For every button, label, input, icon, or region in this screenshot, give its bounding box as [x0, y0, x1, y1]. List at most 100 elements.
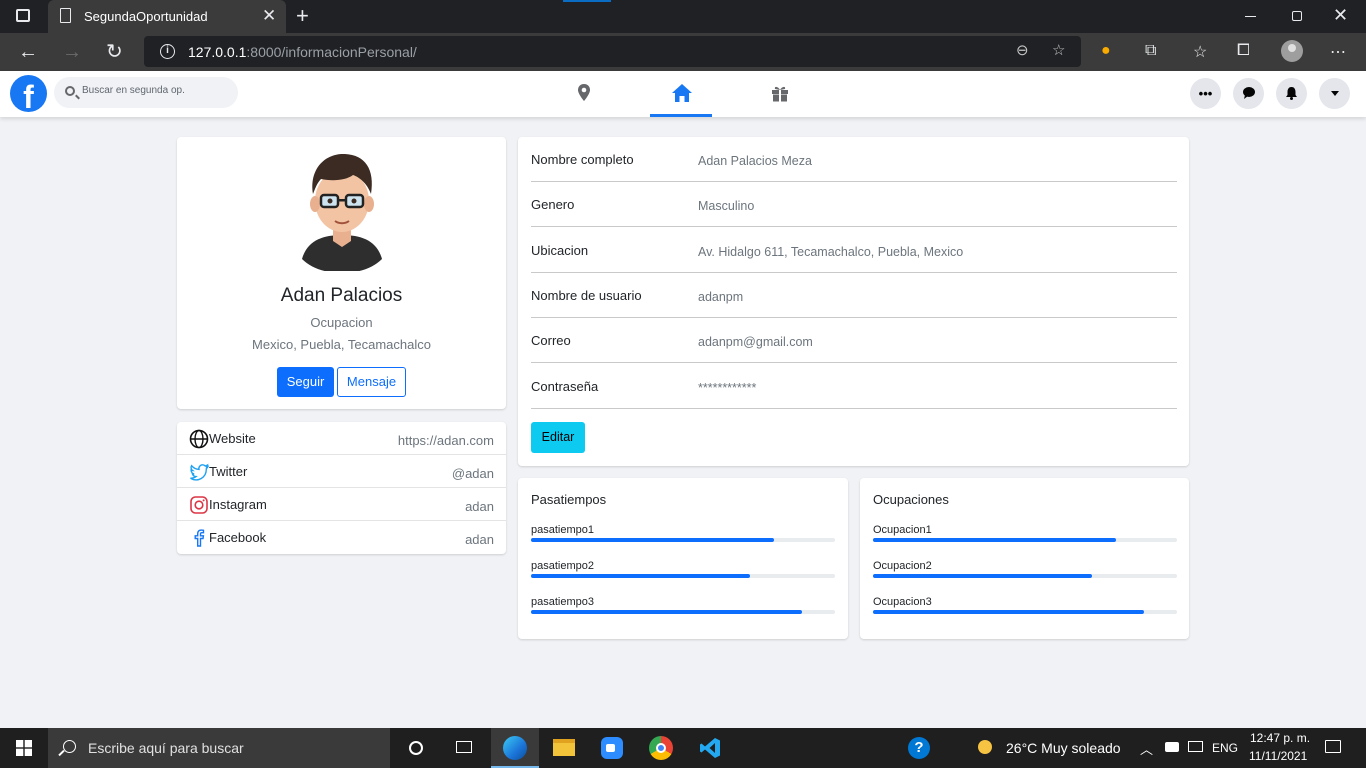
- clock-time[interactable]: 12:47 p. m.: [1250, 731, 1310, 745]
- edit-button[interactable]: Editar: [531, 422, 585, 453]
- hobby-label: pasatiempo1: [531, 524, 594, 536]
- file-explorer-icon[interactable]: [540, 728, 588, 768]
- zoom-icon[interactable]: ⊖: [1016, 41, 1029, 59]
- language-indicator[interactable]: ENG: [1212, 741, 1238, 755]
- edge-taskbar-icon[interactable]: [491, 728, 539, 768]
- progress-fill: [531, 538, 775, 542]
- site-navbar: f •••: [0, 71, 1366, 117]
- task-view-icon[interactable]: [440, 728, 488, 768]
- instagram-icon: [190, 496, 208, 514]
- notifications-icon[interactable]: [1325, 740, 1341, 753]
- occupations-title: Ocupaciones: [873, 492, 949, 507]
- tab-accent: [563, 0, 611, 2]
- cortana-icon[interactable]: [392, 728, 440, 768]
- page-icon: [60, 8, 71, 23]
- info-row-gender: Genero Masculino: [531, 182, 1177, 227]
- network-icon[interactable]: [1188, 741, 1203, 752]
- social-row-instagram[interactable]: Instagram adan: [177, 488, 506, 521]
- social-name: Twitter: [209, 464, 248, 479]
- info-row-location: Ubicacion Av. Hidalgo 611, Tecamachalco,…: [531, 228, 1177, 273]
- chevron-up-icon[interactable]: ︿: [1140, 739, 1153, 758]
- follow-button[interactable]: Seguir: [277, 367, 334, 397]
- occupation-progress: [873, 574, 1177, 578]
- clock-date[interactable]: 11/11/2021: [1249, 749, 1307, 763]
- social-row-twitter[interactable]: Twitter @adan: [177, 455, 506, 488]
- location-pin-icon: [578, 84, 590, 101]
- url-bar[interactable]: i 127.0.0.1:8000/informacionPersonal/ ⊖ …: [144, 36, 1081, 67]
- maximize-icon[interactable]: [1292, 11, 1302, 21]
- info-label: Nombre de usuario: [531, 288, 642, 303]
- social-name: Instagram: [209, 497, 267, 512]
- battery-icon[interactable]: [1165, 742, 1179, 752]
- close-window-icon[interactable]: ✕: [1333, 5, 1348, 26]
- search-input[interactable]: [82, 85, 232, 96]
- zoom-app-icon[interactable]: [588, 728, 636, 768]
- new-tab-icon[interactable]: +: [296, 3, 309, 29]
- search-box[interactable]: [54, 77, 238, 108]
- taskbar-search[interactable]: Escribe aquí para buscar: [48, 728, 390, 768]
- refresh-icon[interactable]: ↻: [106, 40, 123, 64]
- browser-profile-icon[interactable]: [1281, 40, 1303, 62]
- info-value: Adan Palacios Meza: [698, 154, 812, 168]
- info-value: ************: [698, 381, 757, 395]
- taskbar-search-placeholder: Escribe aquí para buscar: [88, 740, 244, 756]
- url-text[interactable]: 127.0.0.1:8000/informacionPersonal/: [188, 44, 417, 60]
- messenger-icon[interactable]: [1233, 78, 1264, 109]
- account-menu-button[interactable]: [1319, 78, 1350, 109]
- social-value[interactable]: https://adan.com: [398, 433, 494, 448]
- occupation-label: Ocupacion3: [873, 596, 932, 608]
- occupation-label: Ocupacion2: [873, 560, 932, 572]
- site-info-icon[interactable]: i: [160, 44, 175, 59]
- info-label: Correo: [531, 333, 571, 348]
- info-value: Av. Hidalgo 611, Tecamachalco, Puebla, M…: [698, 245, 964, 259]
- help-icon[interactable]: ?: [896, 728, 944, 768]
- more-options-button[interactable]: •••: [1190, 78, 1221, 109]
- minimize-icon[interactable]: [1245, 16, 1256, 17]
- tab-actions-icon[interactable]: [16, 9, 30, 22]
- info-value: adanpm@gmail.com: [698, 335, 813, 349]
- close-tab-icon[interactable]: ✕: [262, 6, 276, 26]
- hobby-label: pasatiempo2: [531, 560, 594, 572]
- occupations-card: Ocupaciones Ocupacion1 Ocupacion2 Ocupac…: [860, 478, 1189, 639]
- profile-location: Mexico, Puebla, Tecamachalco: [252, 337, 431, 352]
- social-name: Facebook: [209, 530, 267, 545]
- weather-icon[interactable]: [978, 740, 996, 755]
- hobbies-title: Pasatiempos: [531, 492, 607, 507]
- bell-icon[interactable]: [1276, 78, 1307, 109]
- nav-tab-gifts[interactable]: [749, 71, 811, 117]
- info-value: Masculino: [698, 199, 755, 213]
- social-row-website[interactable]: Website https://adan.com: [177, 422, 506, 455]
- message-button[interactable]: Mensaje: [337, 367, 406, 397]
- search-icon: [65, 86, 75, 96]
- social-links-card: Website https://adan.com Twitter @adan I…: [177, 422, 506, 554]
- favorite-add-icon[interactable]: ☆: [1052, 41, 1065, 59]
- extension-icon[interactable]: ●: [1101, 42, 1111, 60]
- progress-fill: [531, 610, 802, 614]
- facebook-logo-icon[interactable]: f: [10, 75, 47, 112]
- nav-tab-home[interactable]: [650, 71, 712, 117]
- extensions-icon[interactable]: ⧉: [1145, 42, 1156, 60]
- more-icon[interactable]: ⋯: [1330, 42, 1346, 62]
- info-row-full-name: Nombre completo Adan Palacios Meza: [531, 137, 1177, 182]
- back-icon[interactable]: ←: [18, 40, 38, 64]
- forward-icon[interactable]: →: [62, 40, 82, 64]
- info-label: Ubicacion: [531, 243, 589, 258]
- windows-start-icon[interactable]: [16, 740, 32, 756]
- info-row-username: Nombre de usuario adanpm: [531, 273, 1177, 318]
- nav-tab-location[interactable]: [553, 71, 615, 117]
- progress-fill: [873, 610, 1144, 614]
- weather-text[interactable]: 26°C Muy soleado: [1006, 740, 1121, 756]
- hobby-label: pasatiempo3: [531, 596, 594, 608]
- social-value[interactable]: adan: [465, 499, 494, 514]
- favorites-icon[interactable]: ☆: [1193, 42, 1207, 62]
- social-row-facebook[interactable]: Facebook adan: [177, 521, 506, 554]
- browser-tab[interactable]: SegundaOportunidad ✕: [48, 0, 286, 33]
- hobby-progress: [531, 610, 835, 614]
- social-value[interactable]: @adan: [452, 466, 494, 481]
- collections-icon[interactable]: ⧠: [1237, 42, 1250, 60]
- facebook-icon: [194, 529, 205, 547]
- vscode-icon[interactable]: [686, 728, 734, 768]
- chrome-icon[interactable]: [637, 728, 685, 768]
- tab-title: SegundaOportunidad: [84, 9, 208, 24]
- social-value[interactable]: adan: [465, 532, 494, 547]
